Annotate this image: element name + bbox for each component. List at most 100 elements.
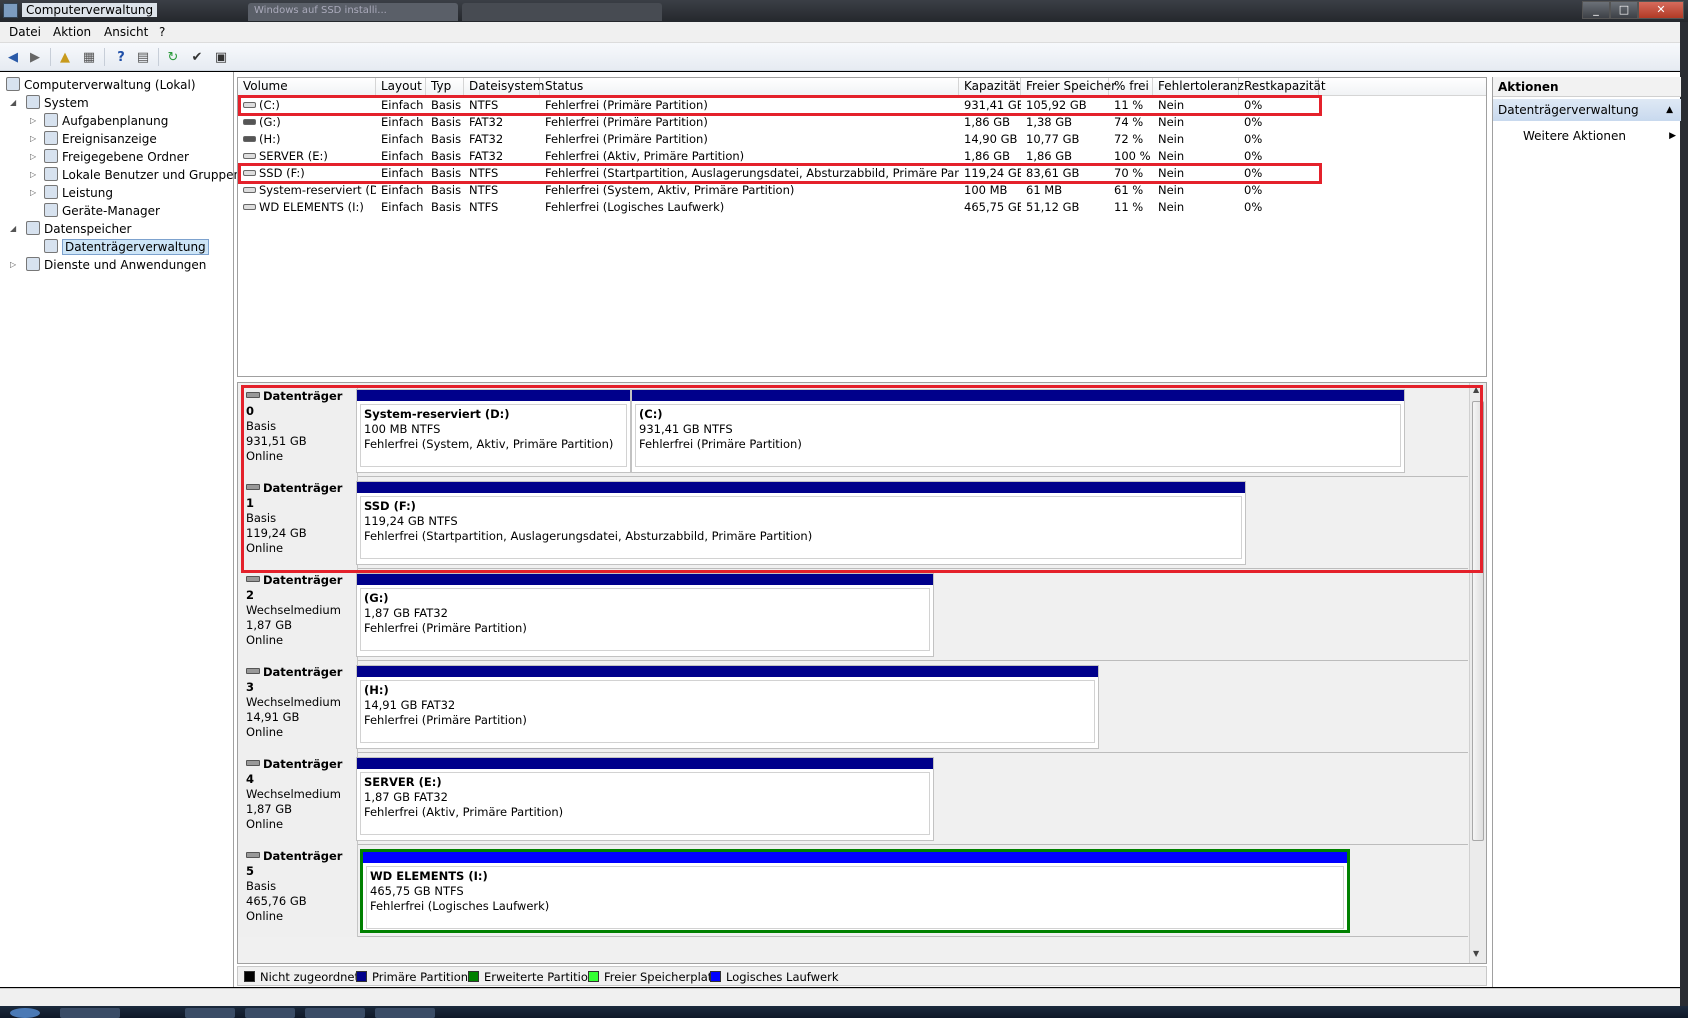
back-icon[interactable]: ◀ [4,48,22,66]
partition-status: Fehlerfrei (Primäre Partition) [364,713,527,727]
forward-icon[interactable]: ▶ [26,48,44,66]
expand-icon[interactable]: ▷ [30,166,36,184]
status-bar [0,988,1680,1006]
device-manager-icon [44,203,58,217]
expand-icon[interactable]: ▷ [30,130,36,148]
menu-aktion[interactable]: Aktion [53,25,91,39]
tree-item-event-viewer[interactable]: ▷ Ereignisanzeige [30,130,157,148]
settings-icon[interactable]: ▣ [212,48,230,66]
partition-block[interactable]: (H:) 14,91 GB FAT32 Fehlerfrei (Primäre Pa… [356,665,1099,749]
expand-icon[interactable]: ▷ [30,112,36,130]
taskbar-item[interactable] [60,1008,120,1018]
check-icon[interactable]: ✔ [188,48,206,66]
minimize-button[interactable]: _ [1582,1,1610,19]
partition-type-bar [357,666,1098,677]
partition-details: SERVER (E:) 1,87 GB FAT32 Fehlerfrei (Akti… [360,772,930,835]
disk-row: Datenträger 3 Wechselmedium 14,91 GB Online… [238,661,1468,753]
volume-cell: 0% [1244,200,1263,214]
tree-item-disk-management[interactable]: Datenträgerverwaltung [44,238,209,256]
taskbar-item[interactable] [245,1008,295,1018]
drive-icon [243,136,256,142]
collapse-up-icon[interactable]: ▲ [1666,99,1673,121]
expand-icon[interactable]: ▷ [30,148,36,166]
volume-row[interactable]: WD ELEMENTS (I:) Einfach Basis NTFS Fehlerfr… [238,199,1486,216]
volume-row[interactable]: System-reserviert (D:) Einfach Basis NTFS Fe… [238,182,1486,199]
disk-info[interactable]: Datenträger 5 Basis 465,76 GB Online [238,845,358,937]
tree-item-storage[interactable]: ◢ Datenspeicher [10,220,131,238]
taskbar-item[interactable] [375,1008,435,1018]
column-header[interactable]: Status [540,78,959,96]
legend-extended: Erweiterte Partition [468,970,595,984]
volume-cell: Basis [431,115,462,129]
help-icon[interactable]: ? [112,48,130,66]
menu-datei[interactable]: Datei [9,25,41,39]
disk-size: 1,87 GB [246,618,293,632]
navigation-tree: Computerverwaltung (Lokal) ◢ System ▷ Au… [0,72,241,987]
column-header[interactable]: Restkapazität [1239,78,1326,96]
tree-item-system[interactable]: ◢ System [10,94,89,112]
refresh-icon[interactable]: ↻ [164,48,182,66]
maximize-button[interactable]: □ [1610,1,1638,19]
partition-name: WD ELEMENTS (I:) [370,869,488,883]
volume-cell: Einfach [381,115,424,129]
column-header[interactable]: Fehlertoleranz [1153,78,1244,96]
tree-item-performance[interactable]: ▷ Leistung [30,184,113,202]
legend-unallocated: Nicht zugeordnet [244,970,359,984]
partition-type-bar [363,852,1347,863]
disk-info[interactable]: Datenträger 3 Wechselmedium 14,91 GB Online [238,661,358,753]
disk-name: Datenträger 5 [246,849,343,878]
partition-status: Fehlerfrei (Primäre Partition) [364,621,527,635]
start-button[interactable] [10,1008,40,1018]
tree-item-local-users[interactable]: ▷ Lokale Benutzer und Gruppen [30,166,241,184]
column-header[interactable]: Dateisystem [464,78,544,96]
volume-cell: NTFS [469,200,499,214]
taskbar-item[interactable] [185,1008,235,1018]
properties-icon[interactable]: ▤ [134,48,152,66]
close-button[interactable]: ✕ [1638,1,1684,19]
partition-block[interactable]: SERVER (E:) 1,87 GB FAT32 Fehlerfrei (Akti… [356,757,934,841]
menu-ansicht[interactable]: Ansicht [104,25,148,39]
collapse-icon[interactable]: ◢ [10,94,16,112]
column-header[interactable]: Layout [376,78,426,96]
tree-item-shared-folders[interactable]: ▷ Freigegebene Ordner [30,148,189,166]
column-header[interactable]: Kapazität [959,78,1021,96]
background-tab[interactable]: Windows auf SSD installi... [248,3,458,21]
column-header[interactable]: Freier Speicher [1021,78,1116,96]
column-header[interactable]: % frei [1109,78,1153,96]
legend: Nicht zugeordnet Primäre Partition Erwei… [237,966,1487,986]
column-header[interactable]: Typ [426,78,464,96]
taskbar-item[interactable] [305,1008,365,1018]
expand-icon[interactable]: ▷ [10,256,16,274]
tree-item-computer[interactable]: Computerverwaltung (Lokal) [6,76,196,94]
volume-cell: Fehlerfrei (Primäre Partition) [545,115,708,129]
expand-icon[interactable]: ▷ [30,184,36,202]
tools-icon [26,95,40,109]
volume-row[interactable]: (H:) Einfach Basis FAT32 Fehlerfrei (Primäre… [238,131,1486,148]
disk-info[interactable]: Datenträger 4 Wechselmedium 1,87 GB Online [238,753,358,845]
volume-row[interactable]: (G:) Einfach Basis FAT32 Fehlerfrei (Primäre… [238,114,1486,131]
volume-cell: 0% [1244,132,1263,146]
partition-block[interactable]: WD ELEMENTS (I:) 465,75 GB NTFS Fehlerfrei… [360,849,1350,933]
toolbar-separator [104,48,105,66]
menu-help[interactable]: ? [159,25,165,39]
disk-info[interactable]: Datenträger 2 Wechselmedium 1,87 GB Online [238,569,358,661]
scroll-down-icon[interactable]: ▼ [1473,949,1479,958]
drive-icon [243,153,256,159]
window-title: Computerverwaltung [22,3,158,17]
partition-type-bar [357,574,933,585]
background-tab-2[interactable] [462,3,662,21]
more-actions[interactable]: Weitere Aktionen ▶ [1523,127,1678,145]
tree-item-task-scheduler[interactable]: ▷ Aufgabenplanung [30,112,168,130]
partition-status: Fehlerfrei (Logisches Laufwerk) [370,899,550,913]
tree-item-services[interactable]: ▷ Dienste und Anwendungen [10,256,206,274]
column-header[interactable]: Volume [238,78,376,96]
partition-block[interactable]: (G:) 1,87 GB FAT32 Fehlerfrei (Primäre Par… [356,573,934,657]
up-folder-icon[interactable]: ▲ [56,48,74,66]
collapse-icon[interactable]: ◢ [10,220,16,238]
computer-icon [6,77,20,91]
volume-cell: 74 % [1114,115,1144,129]
partition-type-bar [357,758,933,769]
show-hide-tree-icon[interactable]: ▦ [80,48,98,66]
actions-section-disk-management[interactable]: Datenträgerverwaltung ▲ [1493,99,1681,121]
tree-item-device-manager[interactable]: Geräte-Manager [44,202,160,220]
